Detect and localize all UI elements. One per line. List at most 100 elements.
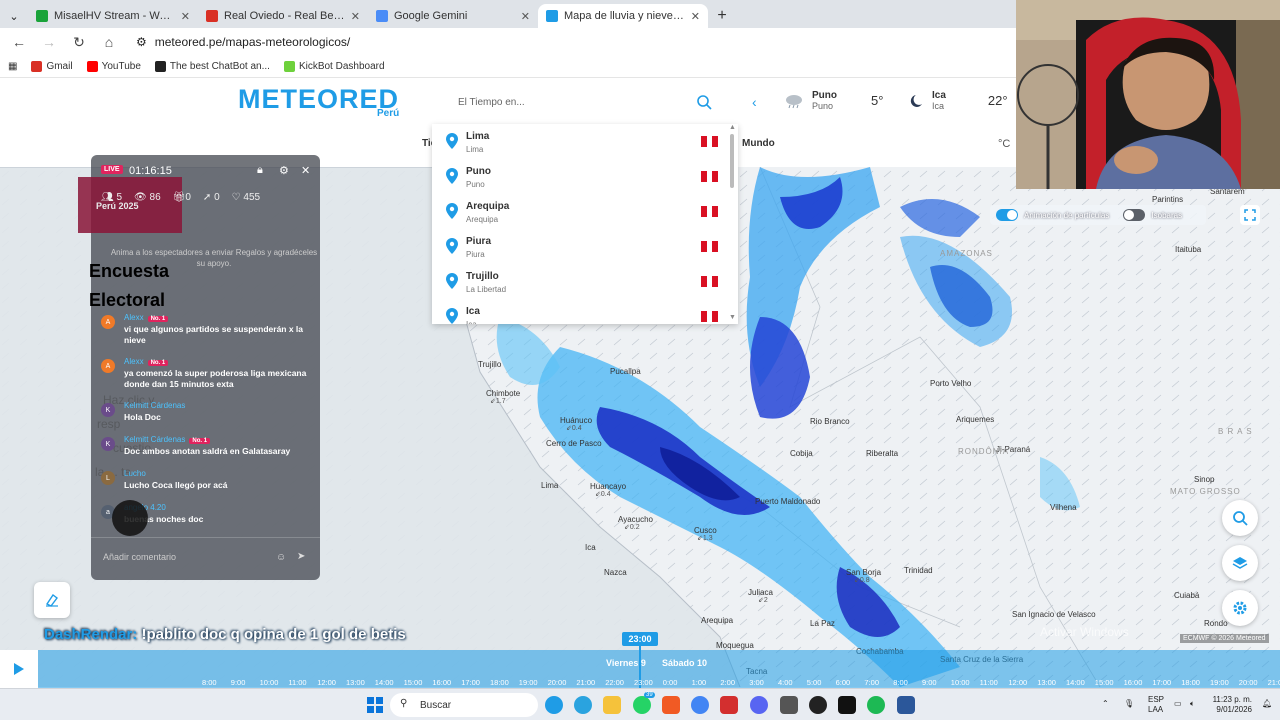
map-tool-button[interactable] xyxy=(34,582,70,618)
close-icon[interactable]: ✕ xyxy=(301,164,310,177)
bookmark-chatbot[interactable]: The best ChatBot an... xyxy=(154,61,270,72)
suggestion-item[interactable]: Trujillo La Libertad xyxy=(432,264,728,299)
word-icon[interactable] xyxy=(897,696,915,714)
chat-username[interactable]: Lucho xyxy=(124,469,146,478)
taskbar-search[interactable]: ⚲ Buscar xyxy=(390,693,538,717)
timeline-hour[interactable]: 5:00 xyxy=(807,678,822,687)
suggestion-item[interactable]: Lima Lima xyxy=(432,124,728,159)
network-icon[interactable]: ▭ xyxy=(1174,699,1182,709)
fullscreen-button[interactable] xyxy=(1240,205,1260,225)
whatsapp-icon[interactable] xyxy=(633,696,651,714)
timeline-hour[interactable]: 14:00 xyxy=(1066,678,1085,687)
suggestion-item[interactable]: Arequipa Arequipa xyxy=(432,194,728,229)
timeline-hour[interactable]: 7:00 xyxy=(864,678,879,687)
discord-icon[interactable] xyxy=(750,696,768,714)
new-tab-button[interactable]: + xyxy=(708,4,736,28)
timeline-hour[interactable]: 11:00 xyxy=(288,678,306,687)
chat-username[interactable]: Kelmitt Cárdenas No. 1 xyxy=(124,435,211,444)
clock[interactable]: 11:23 p. m. 9/01/2026 xyxy=(1212,695,1252,715)
chat-username[interactable]: Alexx No. 1 xyxy=(124,357,169,366)
edge-icon[interactable] xyxy=(545,696,563,714)
layers-button[interactable] xyxy=(1222,545,1258,581)
timeline-hour[interactable]: 22:00 xyxy=(605,678,624,687)
timeline-hour[interactable]: 15:00 xyxy=(1095,678,1114,687)
browser-tab[interactable]: MisaelHV Stream - Watch Live✕ xyxy=(28,4,198,28)
timeline-cursor[interactable]: 23:00 xyxy=(622,632,658,646)
timeline-hour[interactable]: 21:00 xyxy=(1268,678,1280,687)
search-input[interactable]: El Tiempo en... xyxy=(448,90,720,114)
timeline-hour[interactable]: 3:00 xyxy=(749,678,764,687)
chrome-icon[interactable] xyxy=(691,696,709,714)
apps-icon[interactable]: ▦ xyxy=(8,61,17,72)
typora-icon[interactable] xyxy=(720,696,738,714)
brave-icon[interactable] xyxy=(662,696,680,714)
timeline-hour[interactable]: 8:00 xyxy=(893,678,908,687)
telegram-icon[interactable] xyxy=(574,696,592,714)
reload-icon[interactable]: ↻ xyxy=(70,34,88,51)
browser-tab[interactable]: Real Oviedo - Real Betis Balompié✕ xyxy=(198,4,368,28)
timeline-hour[interactable]: 17:00 xyxy=(1152,678,1171,687)
timeline-hour[interactable]: 13:00 xyxy=(346,678,365,687)
timeline-hour[interactable]: 0:00 xyxy=(663,678,678,687)
mic-icon[interactable]: 🎙︎ xyxy=(1124,699,1134,709)
forecast-timeline[interactable]: 23:00 Viernes 9 Sábado 10 8:00 9:00 10:00 11… xyxy=(0,632,1280,688)
obs-icon[interactable] xyxy=(809,696,827,714)
emoji-icon[interactable]: ☺ xyxy=(276,552,286,563)
timeline-hour[interactable]: 13:00 xyxy=(1037,678,1056,687)
close-icon[interactable]: ✕ xyxy=(351,10,360,23)
unit-selector[interactable]: °C xyxy=(998,138,1010,150)
timeline-hour[interactable]: 20:00 xyxy=(548,678,567,687)
avatar[interactable]: A xyxy=(101,359,115,373)
timeline-hour[interactable]: 18:00 xyxy=(490,678,509,687)
scrollbar[interactable] xyxy=(730,134,734,188)
nav-link-mundo[interactable]: Mundo xyxy=(742,138,775,149)
lock-icon[interactable]: 🔒︎ xyxy=(257,164,263,177)
settings-icon[interactable]: ⚙ xyxy=(279,164,289,177)
play-button[interactable] xyxy=(0,650,38,688)
suggestion-item[interactable]: Piura Piura xyxy=(432,229,728,264)
site-logo[interactable]: METEORED xyxy=(238,84,399,115)
timeline-day[interactable]: Viernes 9 xyxy=(606,658,646,668)
timeline-hour[interactable]: 17:00 xyxy=(461,678,480,687)
settings-button[interactable] xyxy=(1222,590,1258,626)
timeline-hour[interactable]: 6:00 xyxy=(836,678,851,687)
site-info-icon[interactable]: ⚙ xyxy=(136,35,147,49)
bookmark-gmail[interactable]: Gmail xyxy=(31,61,73,72)
avatar[interactable]: K xyxy=(101,437,115,451)
timeline-hour[interactable]: 12:00 xyxy=(317,678,336,687)
url-field[interactable]: ⚙ meteored.pe/mapas-meteorologicos/ xyxy=(136,35,350,49)
timeline-hour[interactable]: 10:00 xyxy=(951,678,970,687)
bookmark-youtube[interactable]: YouTube xyxy=(86,61,141,72)
forward-icon[interactable]: → xyxy=(40,34,58,50)
search-icon[interactable] xyxy=(696,94,712,110)
timeline-hour[interactable]: 4:00 xyxy=(778,678,793,687)
timeline-hour[interactable]: 12:00 xyxy=(1008,678,1027,687)
close-icon[interactable]: ✕ xyxy=(521,10,530,23)
spotify-icon[interactable] xyxy=(867,696,885,714)
avatar[interactable]: A xyxy=(101,315,115,329)
suggestion-item[interactable]: Ica Ica xyxy=(432,299,728,324)
tray-chevron-icon[interactable]: ⌃ xyxy=(1102,699,1109,709)
weather-item-puno[interactable]: Puno Puno 5° xyxy=(784,90,883,111)
close-icon[interactable]: ✕ xyxy=(691,10,700,23)
avatar[interactable]: K xyxy=(101,403,115,417)
suggestion-item[interactable]: Puno Puno xyxy=(432,159,728,194)
weather-item-ica[interactable]: Ica Ica 22° xyxy=(906,90,1008,111)
scroll-up-icon[interactable]: ▲ xyxy=(729,124,736,131)
timeline-hour[interactable]: 16:00 xyxy=(432,678,451,687)
timeline-hour[interactable]: 21:00 xyxy=(576,678,595,687)
timeline-hour[interactable]: 19:00 xyxy=(1210,678,1229,687)
browser-tab-active[interactable]: Mapa de lluvia y nieve - Meteored✕ xyxy=(538,4,708,28)
send-icon[interactable]: ➤ xyxy=(297,551,305,562)
bookmark-kickbot[interactable]: KickBot Dashboard xyxy=(283,61,385,72)
timeline-hour[interactable]: 20:00 xyxy=(1239,678,1258,687)
timeline-hour[interactable]: 9:00 xyxy=(922,678,937,687)
windows-start-icon[interactable] xyxy=(367,697,383,713)
timeline-hour[interactable]: 11:00 xyxy=(980,678,998,687)
notifications-icon[interactable]: 🔔︎ xyxy=(1262,699,1272,709)
timeline-hour[interactable]: 14:00 xyxy=(375,678,394,687)
language-indicator[interactable]: ESP LAA xyxy=(1148,695,1164,715)
volume-icon[interactable]: 🔈︎ xyxy=(1190,699,1195,709)
home-icon[interactable]: ⌂ xyxy=(100,34,118,50)
timeline-hour[interactable]: 19:00 xyxy=(519,678,538,687)
